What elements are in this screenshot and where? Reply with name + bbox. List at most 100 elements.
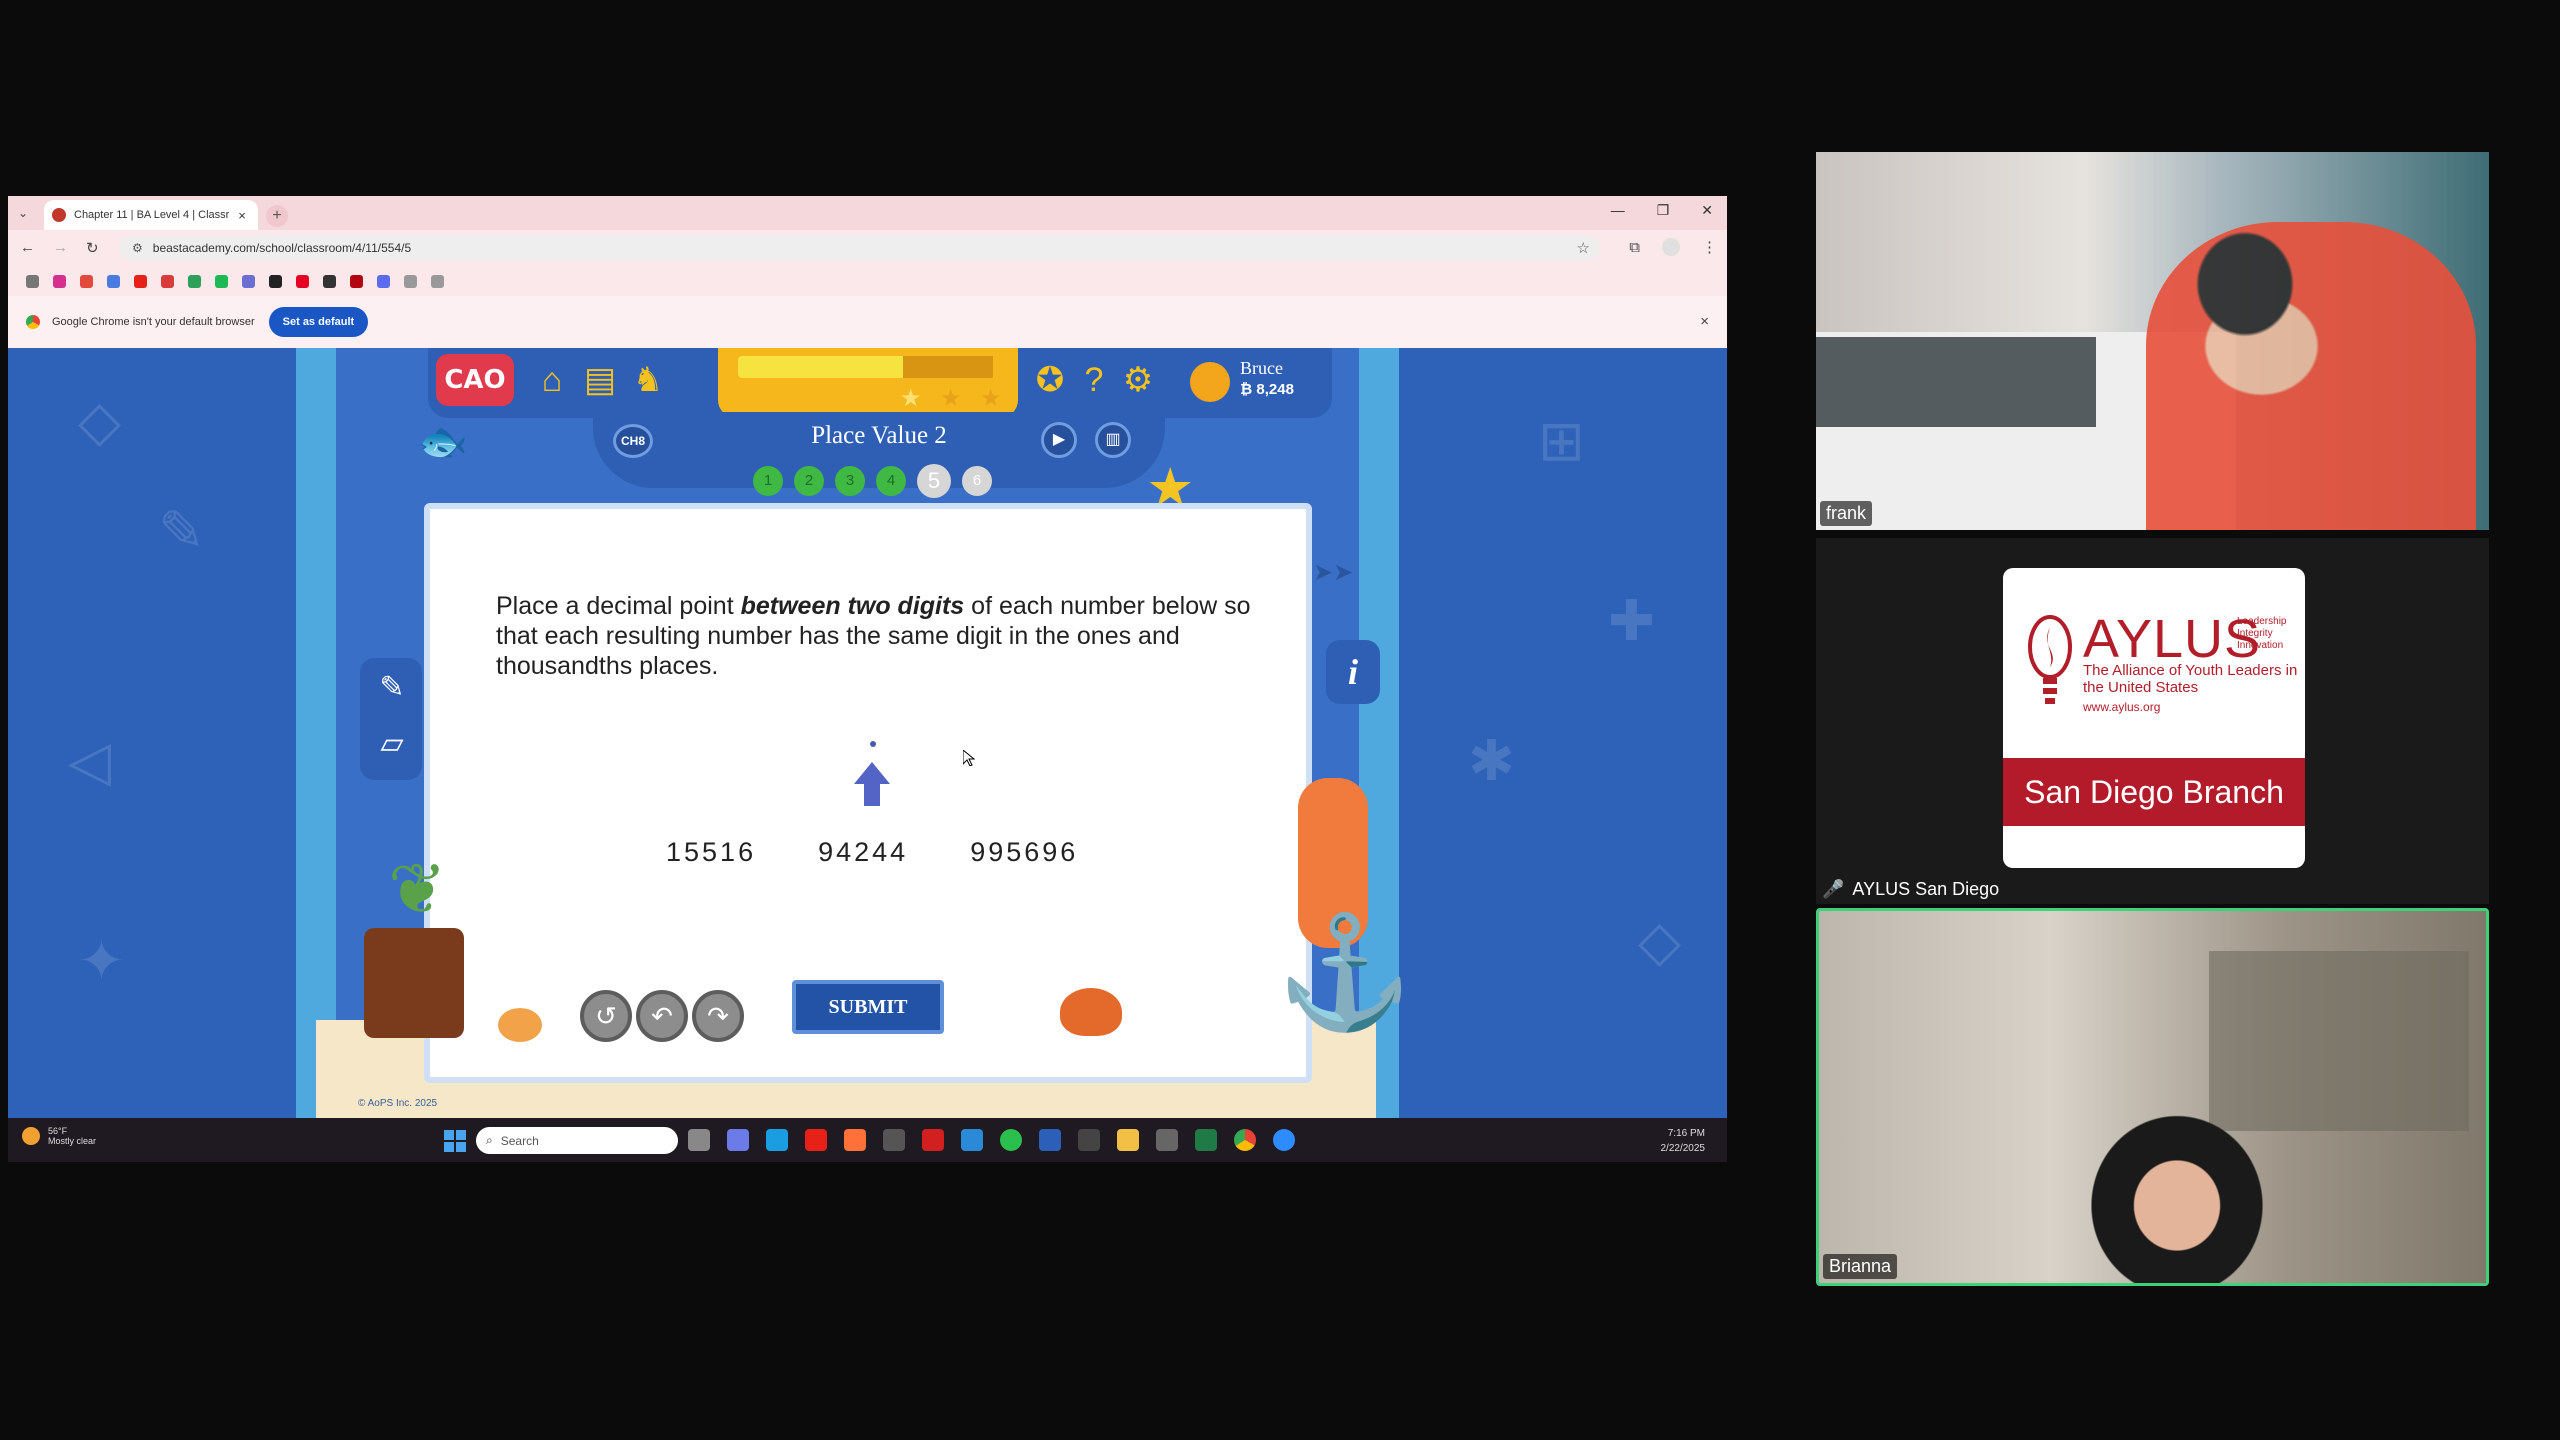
submit-button[interactable]: SUBMIT [792,980,944,1034]
photos-icon[interactable] [107,274,120,288]
profile-avatar[interactable] [1662,238,1680,256]
weather-widget[interactable]: 56°F Mostly clear [22,1126,96,1146]
help-icon[interactable]: ? [1074,360,1114,400]
minimize-icon[interactable]: — [1611,202,1625,219]
step-4[interactable]: 4 [876,466,906,496]
eraser-icon[interactable]: ▱ [374,726,410,762]
zoom-icon[interactable] [1273,1129,1295,1151]
youtube-icon[interactable] [134,274,147,288]
circle-app-icon[interactable] [269,274,282,288]
number-3[interactable]: 995696 [970,837,1078,868]
address-bar-row: ← → ↻ ⚙ beastacademy.com/school/classroo… [8,230,1727,266]
video-tile-frank[interactable]: frank [1816,152,2489,530]
url-field[interactable]: ⚙ beastacademy.com/school/classroom/4/11… [120,236,1600,260]
user-name[interactable]: Bruce [1240,358,1283,379]
reset-icon[interactable]: ↺ [580,990,632,1042]
new-tab-button[interactable]: + [266,205,288,227]
fish-school-icon: ➤➤ [1313,559,1354,586]
folder-icon-2[interactable] [431,274,444,288]
back-icon[interactable]: ← [20,239,35,257]
instagram-icon[interactable] [53,274,66,288]
step-5-current[interactable]: 5 [917,464,951,498]
bg-doodle-icon: ✚ [1608,589,1655,652]
awards-icon[interactable]: ✪ [1030,360,1070,400]
home-icon[interactable]: ⌂ [532,360,572,400]
bg-doodle-icon: ◇ [1638,909,1682,972]
decimal-point-marker[interactable] [870,741,876,747]
video-tile-aylus[interactable]: AYLUS Leadership Integrity Innovation Th… [1816,538,2489,904]
restore-icon[interactable]: ❐ [1657,202,1670,219]
folder-icon[interactable] [404,274,417,288]
drive-icon[interactable] [188,274,201,288]
pinterest-icon[interactable] [296,274,309,288]
number-1[interactable]: 15516 [666,837,756,868]
firefox-icon[interactable] [844,1129,866,1151]
weather-temp: 56°F [48,1126,68,1136]
bg-doodle-icon: ⊞ [1538,409,1585,472]
reload-icon[interactable]: ↻ [86,239,99,257]
app-m-icon[interactable] [883,1129,905,1151]
decimal-arrow-icon[interactable] [852,754,892,814]
play-video-icon[interactable]: ▶ [1041,422,1077,458]
copilot-icon[interactable] [727,1129,749,1151]
number-2[interactable]: 94244 [818,837,908,868]
redo-icon[interactable]: ↷ [692,990,744,1042]
messenger-icon[interactable] [377,274,390,288]
close-window-icon[interactable]: ✕ [1701,202,1713,219]
user-avatar[interactable] [1190,362,1230,402]
pen-icon[interactable] [161,274,174,288]
word-icon[interactable] [1039,1129,1061,1151]
chrome-icon[interactable] [1234,1129,1256,1151]
fish-icon: 🐟 [418,420,468,464]
info-button[interactable]: i [1326,640,1380,704]
tab-close-icon[interactable]: × [234,208,250,223]
settings-gear-icon[interactable]: ⚙ [1118,360,1158,400]
youtube-app-icon[interactable] [805,1129,827,1151]
spotify-icon[interactable] [215,274,228,288]
lesson-title: Place Value 2 [811,422,947,449]
step-3[interactable]: 3 [835,466,865,496]
teams-icon[interactable] [242,274,255,288]
step-6[interactable]: 6 [962,466,992,496]
bookmark-star-icon[interactable]: ☆ [1577,239,1590,257]
step-2[interactable]: 2 [794,466,824,496]
extensions-icon[interactable]: ⧉ [1629,239,1640,256]
excel-icon[interactable] [1195,1129,1217,1151]
calculator-icon[interactable] [1156,1129,1178,1151]
game-area: ◇ ✎ ◁ ✦ ⊞ ✚ ✱ ◇ CAO ⌂ ▤ ♞ ★ ★ ★ ✪ ? ⚙ Br… [8,348,1727,1118]
gmail-icon[interactable] [80,274,93,288]
start-windows-icon[interactable] [444,1130,466,1152]
adobe-icon[interactable] [323,274,336,288]
lesson-book-icon[interactable]: ▥ [1095,422,1131,458]
taskbar-search[interactable]: ⌕ Search [476,1127,678,1154]
guide-book-icon[interactable]: ▤ [580,360,620,400]
menu-dots-icon[interactable]: ⋮ [1702,238,1717,256]
vscode-icon[interactable] [961,1129,983,1151]
undo-icon[interactable]: ↶ [636,990,688,1042]
task-view-icon[interactable] [688,1129,710,1151]
step-1[interactable]: 1 [753,466,783,496]
system-clock[interactable]: 7:16 PM 2/22/2025 [1661,1126,1706,1156]
cao-logo[interactable]: CAO [436,354,514,406]
windows-taskbar: 56°F Mostly clear ⌕ Search 7:16 PM 2/22/… [8,1118,1727,1162]
frank-headboard [1816,337,2096,427]
forward-icon[interactable]: → [53,239,68,257]
site-info-icon[interactable]: ⚙ [132,241,143,255]
app-red-icon[interactable] [922,1129,944,1151]
browser-tab[interactable]: Chapter 11 | BA Level 4 | Classr × [44,200,258,230]
edge-icon[interactable] [766,1129,788,1151]
tab-search-icon[interactable]: ⌄ [18,206,28,220]
set-default-button[interactable]: Set as default [268,307,369,337]
apps-grid-icon[interactable] [26,274,39,288]
aylus-url: www.aylus.org [2083,700,2161,714]
tab-title: Chapter 11 | BA Level 4 | Classr [74,209,230,221]
video-tile-brianna[interactable]: Brianna [1816,908,2489,1286]
infobar-close-icon[interactable]: × [1700,313,1709,330]
capture-icon[interactable] [1078,1129,1100,1151]
pencil-icon[interactable]: ✎ [374,670,410,706]
videos-icon[interactable]: ♞ [628,360,668,400]
netflix-icon[interactable] [350,274,363,288]
weather-desc: Mostly clear [48,1136,97,1146]
green-app-icon[interactable] [1000,1129,1022,1151]
file-explorer-icon[interactable] [1117,1129,1139,1151]
